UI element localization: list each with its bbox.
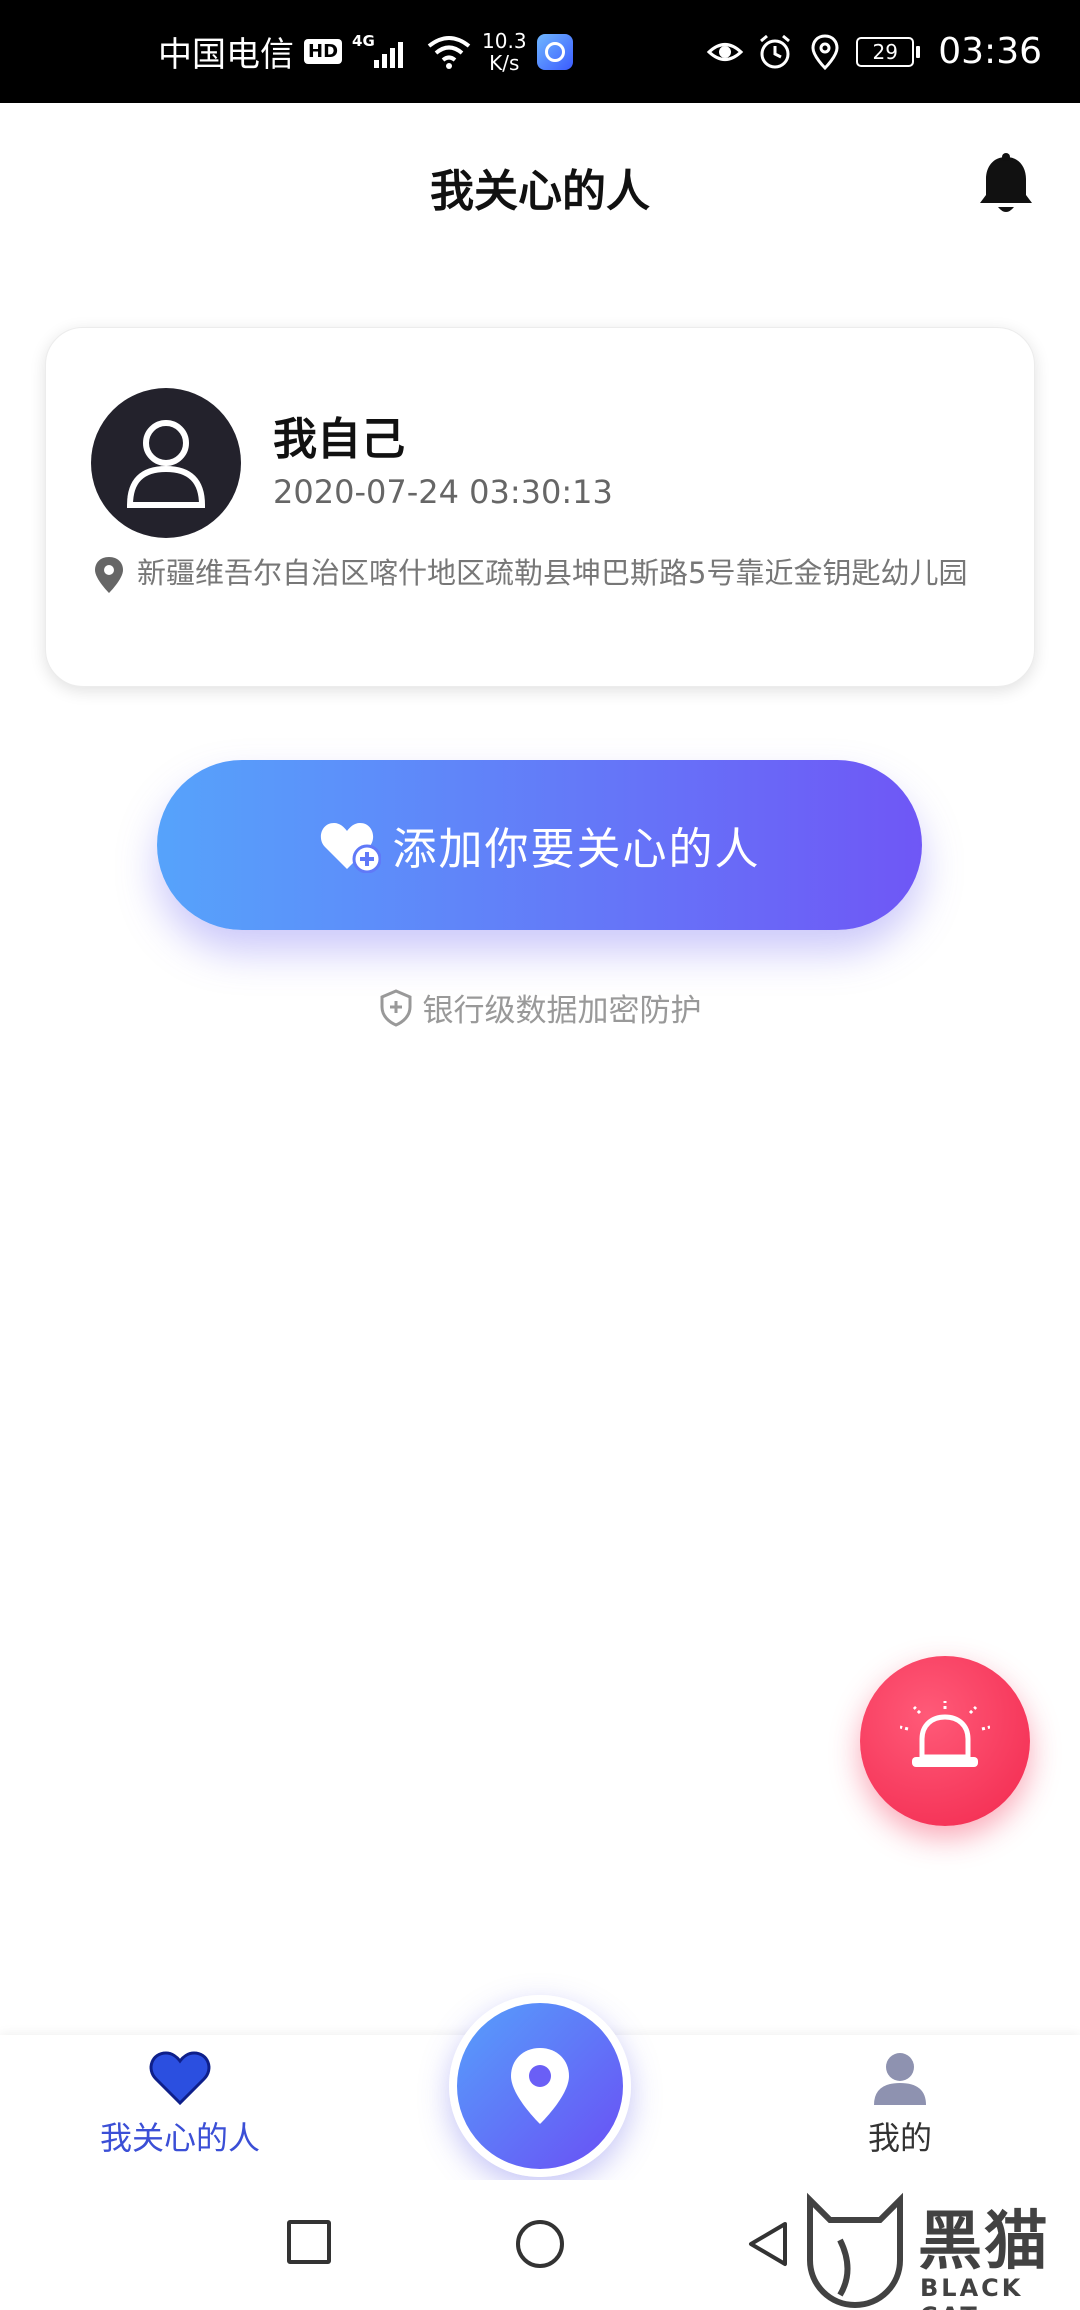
security-note: 银行级数据加密防护 [0, 985, 1080, 1030]
cellular-signal-icon: 4G [352, 32, 416, 72]
self-card[interactable]: 我自己 2020-07-24 03:30:13 新疆维吾尔自治区喀什地区疏勒县坤… [45, 327, 1035, 687]
card-timestamp: 2020-07-24 03:30:13 [273, 473, 613, 511]
watermark: 黑猫 BLACK CAT [800, 2190, 1080, 2310]
avatar [91, 388, 241, 538]
app-notification-icon [536, 33, 573, 70]
page-title: 我关心的人 [430, 166, 650, 217]
status-right: 29 03:36 [706, 0, 1042, 103]
wifi-icon [427, 35, 471, 69]
speed-unit: K/s [489, 50, 520, 75]
speed-value: 10.3 [482, 28, 527, 53]
battery-level: 29 [872, 39, 898, 64]
card-address: 新疆维吾尔自治区喀什地区疏勒县坤巴斯路5号靠近金钥匙幼儿园 [137, 556, 968, 590]
heart-plus-icon [320, 823, 381, 873]
recent-apps-button[interactable] [287, 2220, 331, 2264]
home-button[interactable] [516, 2220, 564, 2268]
user-icon [126, 420, 206, 508]
heart-icon [149, 2051, 211, 2106]
nav-my-people-label: 我关心的人 [99, 2119, 260, 2157]
add-person-label: 添加你要关心的人 [392, 824, 761, 875]
profile-icon [874, 2053, 926, 2105]
add-person-button[interactable]: 添加你要关心的人 [157, 760, 922, 930]
watermark-cn: 黑猫 [918, 2205, 1050, 2279]
eye-icon [707, 42, 744, 61]
center-location-button[interactable] [449, 1995, 631, 2177]
map-pin-icon [511, 2048, 569, 2124]
status-left: 中国电信 HD 4G 10.3 K/s [158, 0, 573, 103]
back-icon[interactable] [745, 2220, 791, 2268]
battery-icon: 29 [856, 36, 921, 67]
carrier-label: 中国电信 [158, 35, 294, 75]
bell-icon[interactable] [976, 153, 1036, 219]
card-location: 新疆维吾尔自治区喀什地区疏勒县坤巴斯路5号靠近金钥匙幼儿园 [91, 553, 971, 595]
network-type-label: 4G [352, 31, 375, 50]
watermark-en: BLACK CAT [920, 2274, 1024, 2310]
alarm-icon [760, 34, 791, 68]
black-cat-logo [807, 2192, 903, 2309]
card-name: 我自己 [273, 414, 405, 465]
siren-icon [900, 1701, 990, 1767]
sos-alarm-button[interactable] [860, 1656, 1030, 1826]
location-pin-icon [95, 557, 123, 593]
security-note-text: 银行级数据加密防护 [422, 993, 702, 1029]
nav-my-people[interactable]: 我关心的人 [50, 2035, 310, 2180]
shield-icon [380, 988, 411, 1027]
network-speed: 10.3 K/s [482, 30, 527, 74]
clock: 03:36 [938, 31, 1042, 72]
nav-mine-label: 我的 [867, 2119, 932, 2157]
hd-badge: HD [304, 39, 343, 64]
location-icon [811, 33, 839, 70]
nav-mine[interactable]: 我的 [770, 2035, 1030, 2180]
app-header: 我关心的人 [0, 103, 1080, 263]
status-bar: 中国电信 HD 4G 10.3 K/s 29 03:36 [0, 0, 1080, 103]
